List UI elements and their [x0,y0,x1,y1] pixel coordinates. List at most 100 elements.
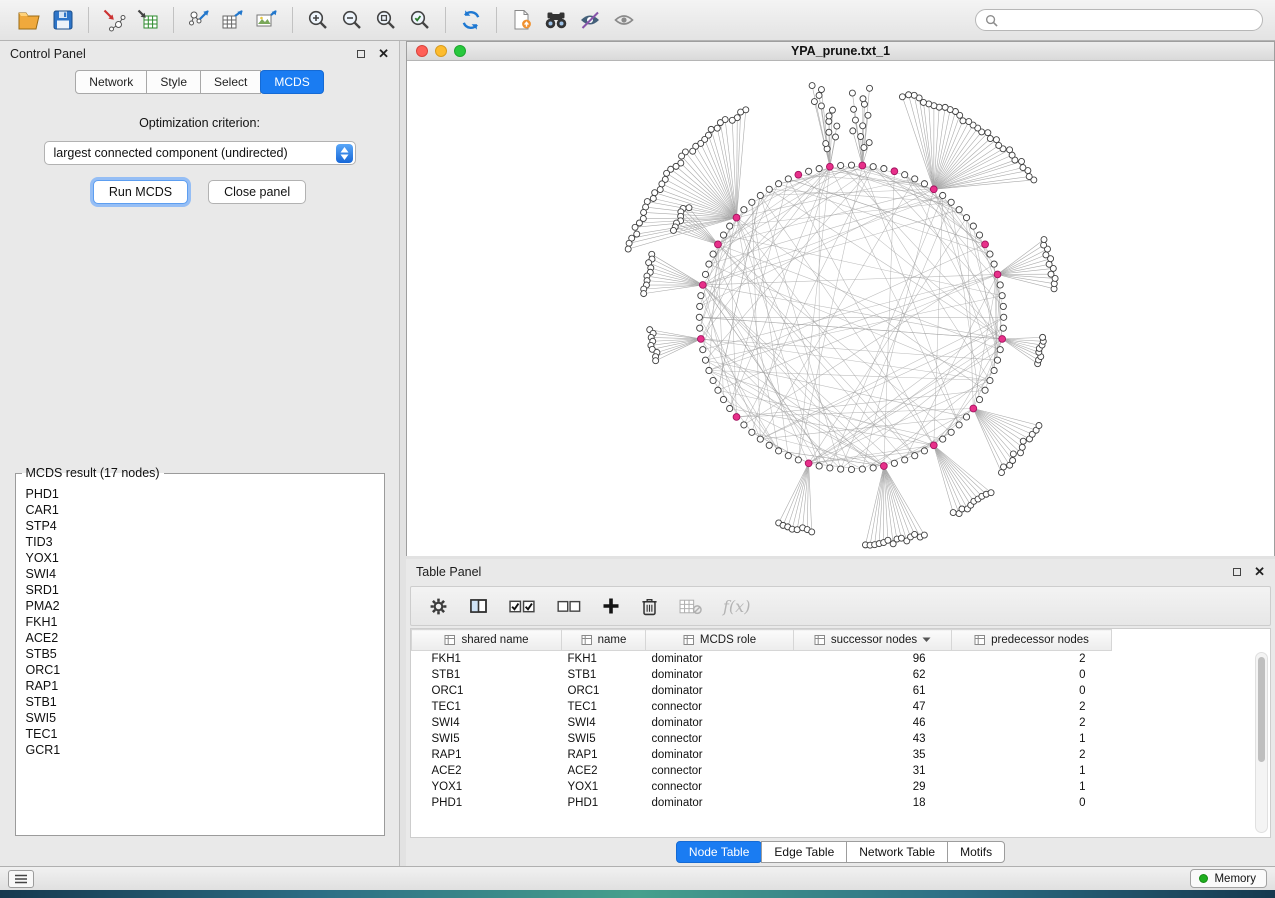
memory-button[interactable]: Memory [1190,869,1267,888]
fx-icon: f(x) [723,597,750,616]
mcds-result-item[interactable]: TID3 [26,534,374,550]
column-name[interactable]: name [562,630,646,651]
delete-row-button[interactable] [641,597,658,616]
refresh-button[interactable] [454,5,488,35]
zoom-out-icon [340,8,364,32]
table-panel-header: Table Panel ✕ [406,559,1275,585]
mcds-result-item[interactable]: FKH1 [26,614,374,630]
mcds-result-item[interactable]: STB1 [26,694,374,710]
optimization-criterion-dropdown[interactable]: largest connected component (undirected) [44,141,356,165]
mcds-result-item[interactable]: YOX1 [26,550,374,566]
table-row[interactable]: PHD1 PHD1 dominator 18 0 [412,795,1112,811]
zoom-out-button[interactable] [335,5,369,35]
column-grid-icon [974,634,986,646]
tab-select[interactable]: Select [200,70,261,94]
select-all-button[interactable] [509,599,536,614]
function-builder-button[interactable]: f(x) [723,597,750,616]
show-graphics-details-button[interactable] [573,5,607,35]
open-in-browser-button[interactable] [505,5,539,35]
export-network-button[interactable] [182,5,216,35]
import-table-button[interactable] [131,5,165,35]
mcds-result-item[interactable]: SWI5 [26,710,374,726]
minimize-window-button[interactable] [435,45,447,57]
mcds-result-item[interactable]: CAR1 [26,502,374,518]
table-row[interactable]: RAP1 RAP1 dominator 35 2 [412,747,1112,763]
mcds-result-item[interactable]: SRD1 [26,582,374,598]
tab-edge-table[interactable]: Edge Table [761,841,847,863]
plus-icon [602,597,620,615]
column-shared-name[interactable]: shared name [412,630,562,651]
deselect-all-button[interactable] [557,600,581,613]
cell-predecessor-nodes: 2 [952,699,1112,715]
mcds-result-item[interactable]: ORC1 [26,662,374,678]
table-scrollbar[interactable] [1255,652,1268,833]
close-window-button[interactable] [416,45,428,57]
memory-status-icon [1199,874,1208,883]
table-row[interactable]: ORC1 ORC1 dominator 61 0 [412,683,1112,699]
float-table-panel-icon[interactable] [1233,568,1241,576]
table-row[interactable]: SWI5 SWI5 connector 43 1 [412,731,1112,747]
preview-button[interactable] [607,5,641,35]
tab-network-table[interactable]: Network Table [846,841,948,863]
mcds-result-item[interactable]: ACE2 [26,630,374,646]
mcds-result-item[interactable]: TEC1 [26,726,374,742]
cell-mcds-role: dominator [646,683,794,699]
close-panel-icon[interactable]: ✕ [378,49,389,59]
table-row[interactable]: YOX1 YOX1 connector 29 1 [412,779,1112,795]
search-input[interactable] [1004,13,1253,27]
cell-predecessor-nodes: 2 [952,715,1112,731]
table-row[interactable]: TEC1 TEC1 connector 47 2 [412,699,1112,715]
close-table-panel-icon[interactable]: ✕ [1254,567,1265,577]
refresh-icon [459,8,483,32]
node-table-body: FKH1 FKH1 dominator 96 2 STB1 STB1 [412,651,1112,811]
mcds-result-item[interactable]: STP4 [26,518,374,534]
table-row[interactable]: FKH1 FKH1 dominator 96 2 [412,651,1112,667]
add-row-button[interactable] [602,597,620,615]
mcds-result-item[interactable]: RAP1 [26,678,374,694]
tab-network[interactable]: Network [75,70,147,94]
status-bar: Memory [0,866,1275,890]
network-canvas[interactable] [407,61,1274,556]
tab-node-table[interactable]: Node Table [676,841,763,863]
run-mcds-button[interactable]: Run MCDS [93,180,188,204]
column-label: name [598,634,627,646]
control-panel-tabs: Network Style Select MCDS [0,67,399,98]
mcds-panel-body: Optimization criterion: largest connecte… [0,98,399,866]
zoom-selected-button[interactable] [403,5,437,35]
toolbar-separator [88,7,89,33]
export-table-button[interactable] [216,5,250,35]
cell-shared-name: TEC1 [412,699,562,715]
mcds-result-item[interactable]: PHD1 [26,486,374,502]
tab-motifs[interactable]: Motifs [947,841,1005,863]
table-row[interactable]: ACE2 ACE2 connector 31 1 [412,763,1112,779]
save-session-button[interactable] [46,5,80,35]
scrollbar-thumb[interactable] [1258,657,1265,762]
search-box[interactable] [975,9,1263,31]
task-history-button[interactable] [8,870,34,888]
close-panel-button[interactable]: Close panel [208,180,306,204]
show-columns-button[interactable] [469,597,488,615]
column-successor-nodes[interactable]: successor nodes [794,630,952,651]
open-session-button[interactable] [12,5,46,35]
zoom-in-button[interactable] [301,5,335,35]
tab-style[interactable]: Style [146,70,201,94]
clear-table-button[interactable] [679,598,702,615]
import-network-button[interactable] [97,5,131,35]
table-settings-button[interactable] [429,597,448,616]
table-row[interactable]: SWI4 SWI4 dominator 46 2 [412,715,1112,731]
export-image-button[interactable] [250,5,284,35]
cell-successor-nodes: 96 [794,651,952,667]
table-row[interactable]: STB1 STB1 dominator 62 0 [412,667,1112,683]
mcds-result-item[interactable]: GCR1 [26,742,374,758]
float-panel-icon[interactable] [357,50,365,58]
zoom-fit-button[interactable] [369,5,403,35]
mcds-result-item[interactable]: SWI4 [26,566,374,582]
search-network-button[interactable] [539,5,573,35]
column-predecessor-nodes[interactable]: predecessor nodes [952,630,1112,651]
mcds-result-item[interactable]: PMA2 [26,598,374,614]
tab-mcds[interactable]: MCDS [260,70,323,94]
maximize-window-button[interactable] [454,45,466,57]
column-mcds-role[interactable]: MCDS role [646,630,794,651]
mcds-result-item[interactable]: STB5 [26,646,374,662]
node-table: shared name name MCDS role successor nod… [411,629,1112,811]
